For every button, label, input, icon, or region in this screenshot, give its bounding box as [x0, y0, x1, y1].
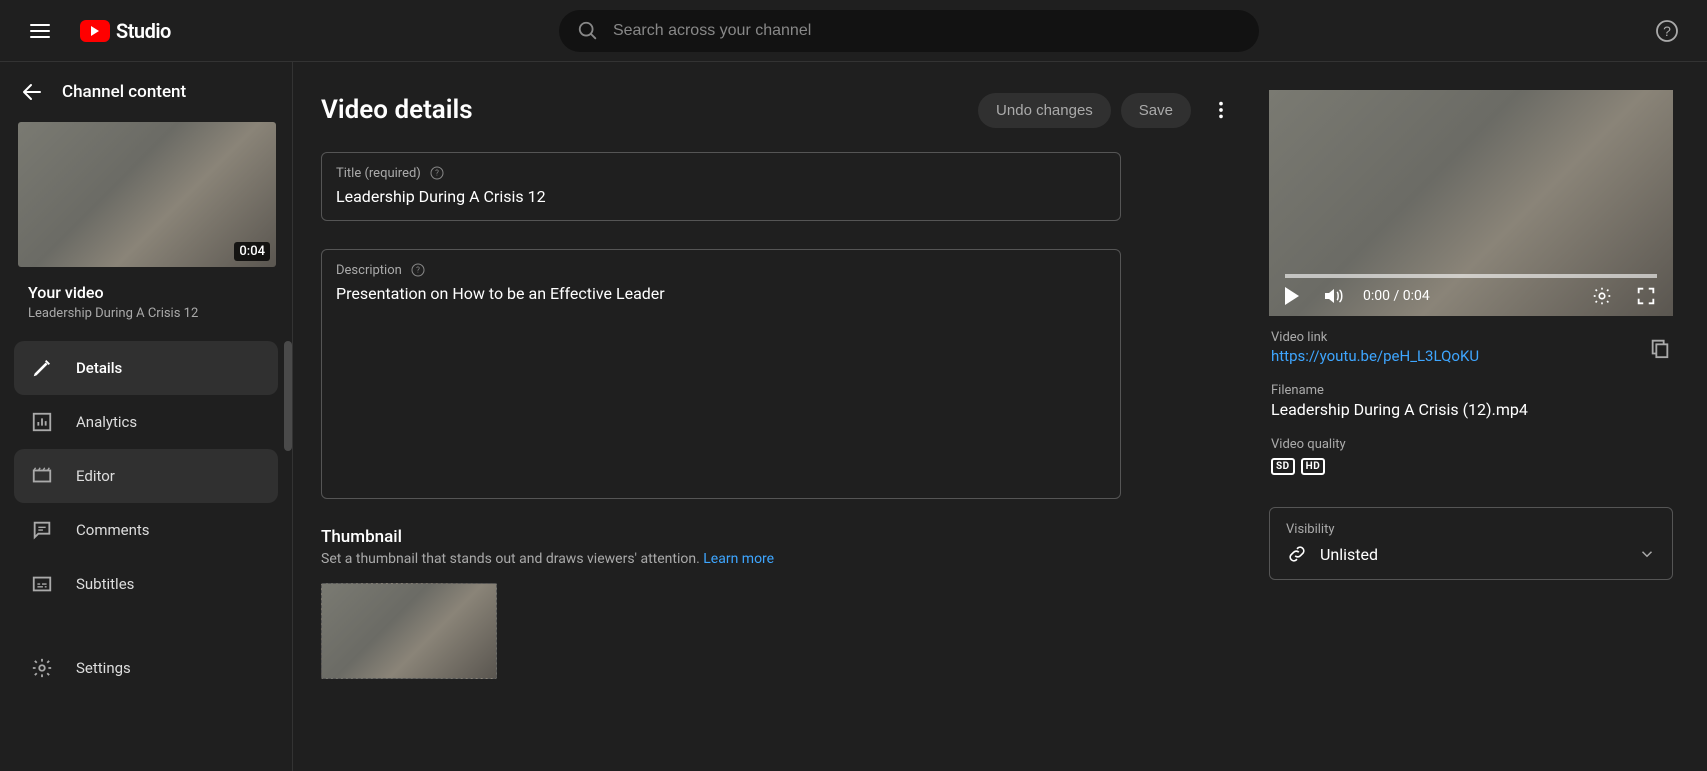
help-icon[interactable]: ? — [429, 165, 445, 181]
analytics-icon — [30, 410, 54, 434]
thumbnail-option[interactable] — [321, 583, 497, 679]
video-link[interactable]: https://youtu.be/peH_L3LQoKU — [1271, 347, 1479, 365]
video-preview[interactable]: 0:00 / 0:04 — [1269, 90, 1673, 316]
nav-label: Settings — [76, 659, 131, 677]
gear-icon[interactable] — [1591, 285, 1613, 307]
volume-icon[interactable] — [1321, 284, 1345, 308]
right-panel: 0:00 / 0:04 Video link https://youtu.be/… — [1269, 90, 1673, 771]
subtitles-icon — [30, 572, 54, 596]
link-icon — [1286, 543, 1308, 565]
chevron-down-icon — [1638, 545, 1656, 563]
sidebar-item-comments[interactable]: Comments — [14, 503, 278, 557]
thumbnail-help: Set a thumbnail that stands out and draw… — [321, 551, 1241, 567]
visibility-label: Visibility — [1286, 522, 1656, 537]
sidebar-item-analytics[interactable]: Analytics — [14, 395, 278, 449]
sidebar-item-settings[interactable]: Settings — [14, 641, 278, 695]
play-icon[interactable] — [1285, 287, 1299, 305]
your-video-label: Your video — [0, 267, 292, 306]
visibility-value: Unlisted — [1320, 545, 1378, 564]
title-input[interactable] — [336, 187, 1106, 206]
visibility-dropdown[interactable]: Visibility Unlisted — [1269, 507, 1673, 580]
fullscreen-icon[interactable] — [1635, 285, 1657, 307]
editor-icon — [30, 464, 54, 488]
search-input[interactable] — [613, 22, 1241, 40]
nav-label: Subtitles — [76, 575, 134, 593]
menu-icon[interactable] — [20, 11, 60, 51]
duration-badge: 0:04 — [234, 242, 270, 261]
undo-button[interactable]: Undo changes — [978, 93, 1111, 128]
sidebar-title: Channel content — [62, 82, 186, 102]
scrollbar-thumb[interactable] — [284, 341, 292, 451]
svg-text:?: ? — [1663, 23, 1671, 39]
video-link-label: Video link — [1271, 330, 1479, 345]
more-icon[interactable] — [1201, 90, 1241, 130]
back-icon[interactable] — [20, 80, 44, 104]
title-label: Title (required) — [336, 166, 421, 181]
filename-value: Leadership During A Crisis (12).mp4 — [1271, 400, 1671, 419]
page-title: Video details — [321, 95, 473, 125]
youtube-play-icon — [80, 20, 110, 42]
learn-more-link[interactable]: Learn more — [703, 551, 774, 567]
search-icon — [577, 20, 599, 42]
time-display: 0:00 / 0:04 — [1363, 288, 1430, 304]
nav-label: Editor — [76, 467, 115, 485]
hd-badge: HD — [1301, 458, 1326, 475]
svg-text:?: ? — [435, 169, 439, 178]
nav-label: Analytics — [76, 413, 137, 431]
sidebar-thumbnail[interactable]: 0:04 — [0, 122, 292, 267]
description-input[interactable]: Presentation on How to be an Effective L… — [336, 284, 1106, 303]
sd-badge: SD — [1271, 458, 1295, 475]
search-box[interactable] — [559, 10, 1259, 52]
logo-text: Studio — [116, 19, 171, 43]
nav-label: Details — [76, 359, 122, 377]
sidebar-nav: Details Analytics Editor Comments Subtit… — [0, 341, 292, 695]
gear-icon — [30, 656, 54, 680]
description-label: Description — [336, 263, 402, 278]
search-container — [171, 10, 1647, 52]
sidebar: Channel content 0:04 Your video Leadersh… — [0, 62, 293, 771]
copy-icon[interactable] — [1649, 337, 1671, 359]
pencil-icon — [30, 356, 54, 380]
quality-label: Video quality — [1271, 437, 1671, 452]
description-field[interactable]: Description ? Presentation on How to be … — [321, 249, 1121, 499]
content-area: Video details Undo changes Save Title (r… — [293, 62, 1707, 771]
sidebar-item-subtitles[interactable]: Subtitles — [14, 557, 278, 611]
sidebar-video-title: Leadership During A Crisis 12 — [0, 306, 292, 321]
title-field[interactable]: Title (required) ? — [321, 152, 1121, 221]
filename-label: Filename — [1271, 383, 1671, 398]
comments-icon — [30, 518, 54, 542]
nav-label: Comments — [76, 521, 150, 539]
sidebar-header: Channel content — [0, 62, 292, 122]
thumbnail-heading: Thumbnail — [321, 527, 1241, 547]
app-header: Studio ? — [0, 0, 1707, 62]
help-icon[interactable]: ? — [1647, 11, 1687, 51]
help-icon[interactable]: ? — [410, 262, 426, 278]
sidebar-item-details[interactable]: Details — [14, 341, 278, 395]
save-button[interactable]: Save — [1121, 93, 1191, 128]
svg-text:?: ? — [416, 266, 420, 275]
logo[interactable]: Studio — [80, 19, 171, 43]
sidebar-item-editor[interactable]: Editor — [14, 449, 278, 503]
